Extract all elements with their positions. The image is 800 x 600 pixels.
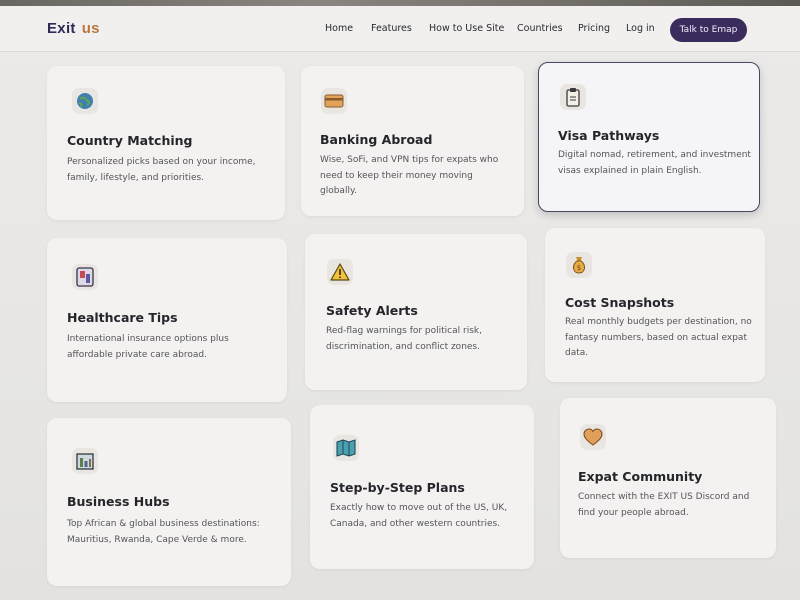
medical-kit-icon [72, 264, 98, 290]
warning-icon [327, 259, 353, 285]
feature-card-visa-pathways[interactable]: Visa Pathways Digital nomad, retirement,… [538, 62, 760, 212]
talk-to-emap-button[interactable]: Talk to Emap [670, 18, 747, 42]
feature-description: International insurance options plus aff… [67, 334, 229, 360]
svg-text:$: $ [577, 264, 581, 272]
feature-card-step-by-step-plans[interactable]: Step-by-Step Plans Exactly how to move o… [310, 405, 534, 569]
globe-icon [72, 88, 98, 114]
feature-card-banking-abroad[interactable]: Banking Abroad Wise, SoFi, and VPN tips … [301, 66, 524, 216]
heart-icon [580, 424, 606, 450]
nav-link-log-in[interactable]: Log in [626, 23, 670, 34]
nav-link-features[interactable]: Features [371, 23, 429, 34]
nav-link-countries[interactable]: Countries [517, 23, 578, 34]
feature-description: Wise, SoFi, and VPN tips for expats who … [320, 155, 499, 196]
feature-card-healthcare-tips[interactable]: Healthcare Tips International insurance … [47, 238, 287, 402]
feature-card-safety-alerts[interactable]: Safety Alerts Red-flag warnings for poli… [305, 234, 527, 390]
feature-description: Personalized picks based on your income,… [67, 157, 256, 183]
feature-description: Digital nomad, retirement, and investmen… [558, 150, 751, 176]
feature-description: Red-flag warnings for political risk, di… [326, 326, 482, 352]
feature-title: Healthcare Tips [67, 310, 178, 325]
nav-link-how-to-use-site[interactable]: How to Use Site [429, 23, 517, 34]
nav-link-home[interactable]: Home [325, 23, 371, 34]
top-navigation: Exit us Home Features How to Use Site Cou… [0, 6, 800, 52]
brand-logo-part1: Exit [47, 20, 76, 37]
nav-link-pricing[interactable]: Pricing [578, 23, 626, 34]
brand-logo[interactable]: Exit us [47, 20, 100, 37]
brand-logo-part2: us [81, 20, 100, 37]
feature-title: Visa Pathways [558, 128, 660, 143]
feature-card-country-matching[interactable]: Country Matching Personalized picks base… [47, 66, 285, 220]
feature-title: Business Hubs [67, 494, 170, 509]
building-icon [72, 448, 98, 474]
money-bag-icon: $ [566, 252, 592, 278]
feature-card-cost-snapshots[interactable]: $ Cost Snapshots Real monthly budgets pe… [545, 228, 765, 382]
nav-menu: Home Features How to Use Site Countries … [325, 23, 670, 34]
feature-title: Step-by-Step Plans [330, 480, 465, 495]
feature-description: Top African & global business destinatio… [67, 519, 260, 545]
feature-title: Banking Abroad [320, 132, 433, 147]
feature-title: Cost Snapshots [565, 295, 675, 310]
feature-title: Country Matching [67, 133, 193, 148]
feature-title: Expat Community [578, 469, 703, 484]
feature-card-business-hubs[interactable]: Business Hubs Top African & global busin… [47, 418, 291, 586]
feature-card-expat-community[interactable]: Expat Community Connect with the EXIT US… [560, 398, 776, 558]
feature-title: Safety Alerts [326, 303, 418, 318]
feature-description: Connect with the EXIT US Discord and fin… [578, 492, 750, 518]
feature-description: Exactly how to move out of the US, UK, C… [330, 503, 508, 529]
screen: Exit us Home Features How to Use Site Cou… [0, 0, 800, 600]
credit-card-icon [321, 88, 347, 114]
map-icon [333, 435, 359, 461]
clipboard-icon [560, 84, 586, 110]
feature-description: Real monthly budgets per destination, no… [565, 317, 752, 358]
